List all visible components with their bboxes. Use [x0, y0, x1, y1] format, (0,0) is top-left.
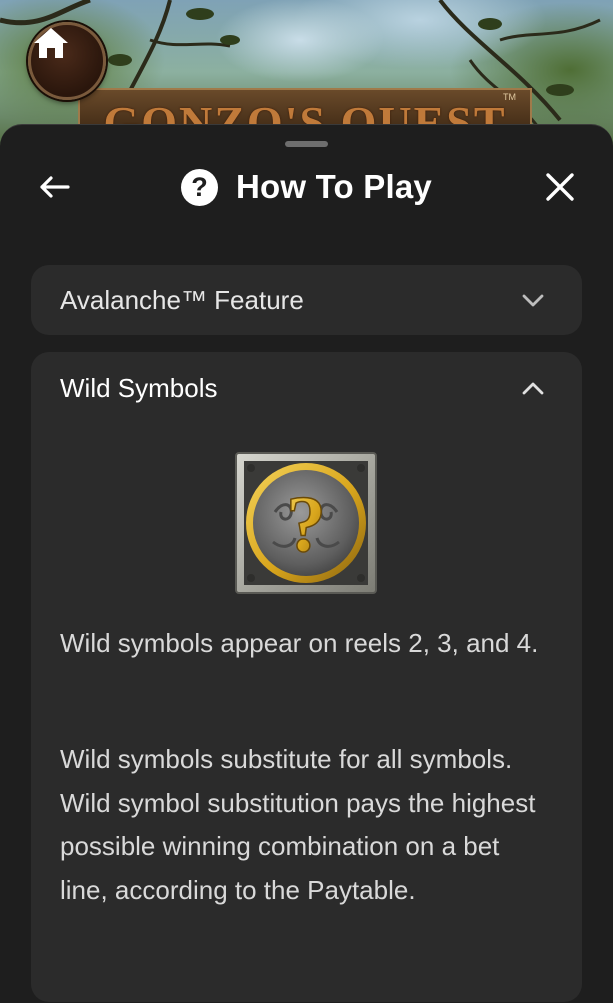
- page-title: How To Play: [236, 168, 432, 205]
- close-icon: [546, 173, 574, 201]
- accordion-header[interactable]: Avalanche™ Feature: [31, 265, 582, 335]
- accordion-wild-symbols: Wild Symbols ? Wild symbols appear on re…: [31, 352, 582, 1002]
- wild-symbol-icon: ?: [235, 452, 377, 594]
- help-icon: ?: [181, 168, 219, 206]
- accordion-label: Avalanche™ Feature: [60, 284, 304, 315]
- close-button[interactable]: [540, 167, 580, 207]
- drag-handle[interactable]: [285, 141, 328, 147]
- accordion-avalanche-feature[interactable]: Avalanche™ Feature: [31, 265, 582, 335]
- how-to-play-sheet: ? How To Play Avalanche™ Feature Wild Sy…: [0, 124, 613, 1003]
- accordion-header[interactable]: Wild Symbols: [31, 352, 582, 422]
- wild-symbols-paragraph-2: Wild symbols substitute for all symbols.…: [60, 744, 536, 905]
- chevron-down-icon: [522, 294, 544, 307]
- home-button[interactable]: [28, 22, 106, 100]
- accordion-label: Wild Symbols: [60, 372, 218, 403]
- wild-symbols-paragraph-1: Wild symbols appear on reels 2, 3, and 4…: [60, 628, 539, 658]
- home-icon: [34, 28, 68, 58]
- sheet-header: ? How To Play: [0, 163, 613, 211]
- game-logo-trademark: TM: [503, 92, 516, 102]
- chevron-up-icon: [522, 382, 544, 395]
- wild-symbol-glyph: ?: [286, 481, 326, 569]
